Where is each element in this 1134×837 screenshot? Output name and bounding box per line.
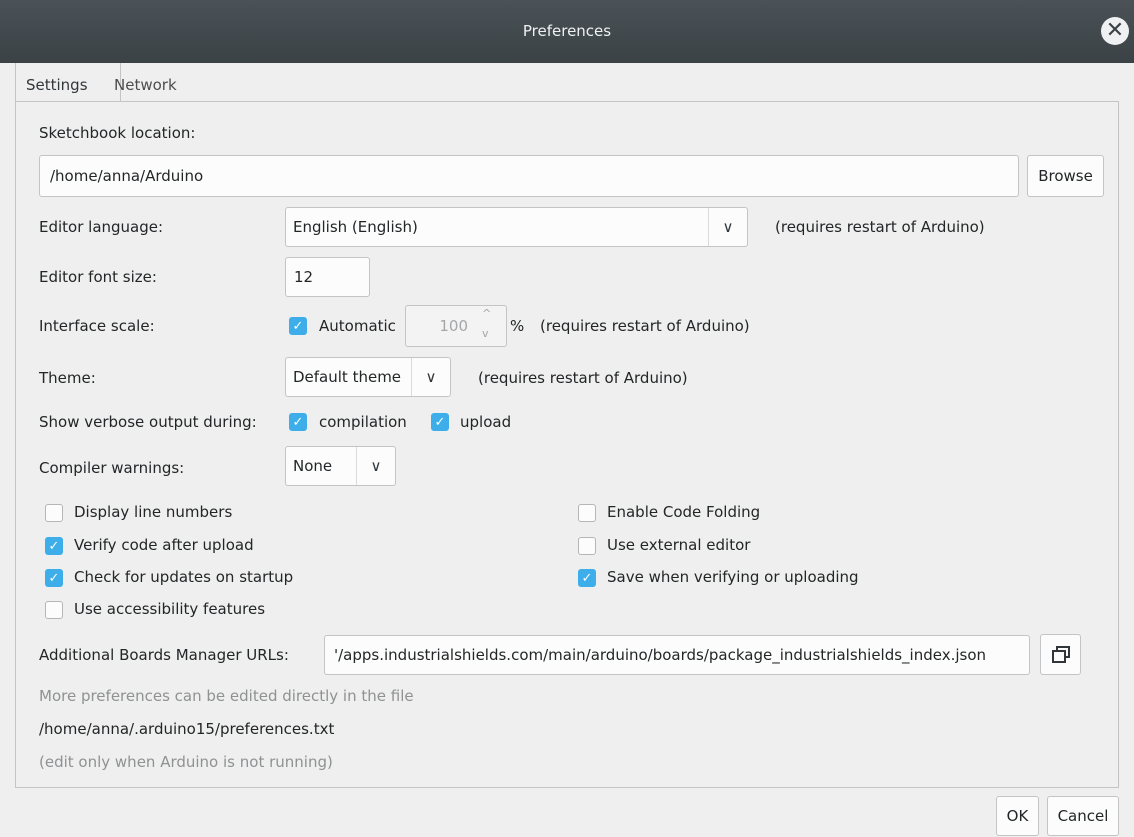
cancel-button[interactable]: Cancel (1047, 796, 1119, 836)
scale-value: 100 (439, 317, 468, 335)
display-line-numbers-label: Display line numbers (74, 503, 233, 521)
check-updates-label: Check for updates on startup (74, 568, 294, 586)
close-icon[interactable]: ✕ (1101, 17, 1129, 45)
verbose-upload-label: upload (460, 413, 512, 431)
external-editor-label: Use external editor (607, 536, 751, 554)
chevron-down-icon: ∨ (411, 358, 450, 396)
external-editor-checkbox[interactable] (578, 537, 596, 555)
verbose-compilation-checkbox[interactable]: ✓ (289, 413, 307, 431)
tab-network[interactable]: Network (104, 63, 187, 101)
theme-label: Theme: (39, 369, 96, 387)
theme-restart-note: (requires restart of Arduino) (478, 369, 688, 387)
code-folding-checkbox[interactable] (578, 504, 596, 522)
code-folding-label: Enable Code Folding (607, 503, 761, 521)
boards-urls-edit-button[interactable] (1040, 634, 1081, 675)
editor-language-label: Editor language: (39, 218, 164, 236)
check-updates-checkbox[interactable]: ✓ (45, 569, 63, 587)
display-line-numbers-checkbox[interactable] (45, 504, 63, 522)
scale-down-icon[interactable]: v (482, 324, 489, 344)
boards-urls-input[interactable]: '/apps.industrialshields.com/main/arduin… (324, 635, 1030, 675)
compiler-warnings-value: None (293, 457, 333, 475)
theme-value: Default theme (293, 368, 402, 386)
scale-up-icon[interactable]: ^ (482, 304, 491, 324)
verbose-upload-checkbox[interactable]: ✓ (431, 413, 449, 431)
verbose-label: Show verbose output during: (39, 413, 257, 431)
boards-urls-label: Additional Boards Manager URLs: (39, 646, 289, 664)
settings-panel (15, 101, 1119, 788)
automatic-label: Automatic (319, 317, 396, 335)
scale-unit: % (510, 317, 525, 335)
save-when-verifying-checkbox[interactable]: ✓ (578, 569, 596, 587)
window-title: Preferences (522, 22, 612, 40)
accessibility-checkbox[interactable] (45, 601, 63, 619)
language-restart-note: (requires restart of Arduino) (775, 218, 985, 236)
interface-scale-label: Interface scale: (39, 317, 155, 335)
automatic-checkbox[interactable]: ✓ (289, 317, 307, 335)
scale-restart-note: (requires restart of Arduino) (540, 317, 750, 335)
prefs-path-text: /home/anna/.arduino15/preferences.txt (39, 720, 335, 738)
editor-language-select[interactable]: English (English) ∨ (285, 207, 748, 247)
save-when-verifying-label: Save when verifying or uploading (607, 568, 859, 586)
sketchbook-path-input[interactable]: /home/anna/Arduino (39, 155, 1019, 197)
more-prefs-text: More preferences can be edited directly … (39, 687, 414, 705)
compiler-warnings-label: Compiler warnings: (39, 459, 185, 477)
verbose-compilation-label: compilation (319, 413, 407, 431)
accessibility-label: Use accessibility features (74, 600, 266, 618)
sketchbook-label: Sketchbook location: (39, 124, 196, 142)
ok-button[interactable]: OK (996, 796, 1039, 836)
font-size-label: Editor font size: (39, 268, 157, 286)
edit-note-text: (edit only when Arduino is not running) (39, 753, 333, 771)
editor-language-value: English (English) (293, 218, 418, 236)
verify-after-upload-label: Verify code after upload (74, 536, 254, 554)
chevron-down-icon: ∨ (708, 208, 747, 246)
chevron-down-icon: ∨ (356, 447, 395, 485)
verify-after-upload-checkbox[interactable]: ✓ (45, 537, 63, 555)
open-window-icon (1051, 645, 1070, 663)
compiler-warnings-select[interactable]: None ∨ (285, 446, 396, 486)
theme-select[interactable]: Default theme ∨ (285, 357, 451, 397)
scale-input[interactable]: 100 (405, 305, 507, 347)
title-bar: Preferences ✕ (0, 0, 1134, 63)
font-size-input[interactable]: 12 (285, 257, 370, 297)
browse-button[interactable]: Browse (1027, 155, 1104, 197)
